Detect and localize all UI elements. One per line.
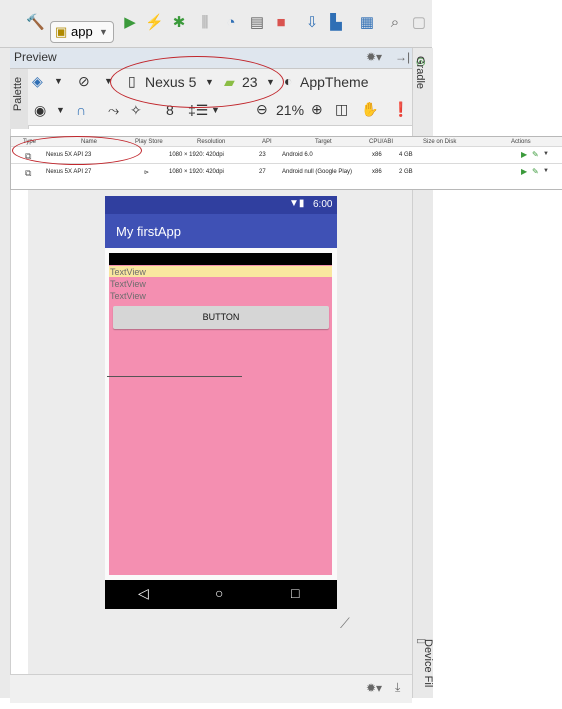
- gear-icon[interactable]: ✹▾: [366, 50, 382, 64]
- apply-changes-icon[interactable]: ⚡: [145, 14, 164, 32]
- overflow-icon[interactable]: ▢: [410, 14, 428, 32]
- zoom-fit-icon[interactable]: ◫: [335, 101, 348, 118]
- app-title: My firstApp: [116, 224, 182, 239]
- zoom-in-icon[interactable]: ⊕: [311, 101, 323, 118]
- orientation-icon[interactable]: ⊘: [78, 73, 90, 90]
- sync-icon[interactable]: ⇩: [303, 14, 321, 32]
- stop-icon[interactable]: ■: [272, 14, 290, 32]
- avd-resolution: 1080 × 1920: 420dpi: [169, 152, 224, 158]
- button[interactable]: BUTTON: [113, 306, 329, 329]
- theme-icon: ◐: [284, 73, 293, 89]
- magnet-icon[interactable]: ∩: [76, 102, 86, 118]
- avd-resolution: 1080 × 1920: 420dpi: [169, 169, 224, 175]
- palette-tab-label: Palette: [12, 76, 24, 112]
- edit-icon[interactable]: ✎: [532, 150, 539, 159]
- avd-target: Android 6.0: [282, 152, 313, 158]
- layout-root[interactable]: TextView TextView TextView BUTTON: [107, 253, 332, 575]
- phone-icon: ⧉: [25, 168, 32, 178]
- col-target: Target: [315, 139, 332, 145]
- search-icon[interactable]: ⌕: [386, 14, 404, 32]
- table-row[interactable]: ⧉ Nexus 5X API 27 ⊳ 1080 × 1920: 420dpi …: [11, 163, 562, 181]
- annotation-ellipse: [12, 136, 142, 165]
- infer-constraints-icon[interactable]: ✧: [130, 102, 142, 119]
- hide-panel-icon[interactable]: →|: [395, 50, 410, 64]
- avd-api: 23: [259, 152, 266, 158]
- textview[interactable]: TextView: [110, 267, 146, 277]
- gradle-tab[interactable]: Gradle: [414, 56, 426, 116]
- project-structure-icon[interactable]: ▦: [358, 14, 376, 32]
- launch-icon[interactable]: ▶: [521, 167, 527, 176]
- avd-api: 27: [259, 169, 266, 175]
- layers-icon[interactable]: ◈: [32, 73, 43, 90]
- annotation-ellipse: [110, 56, 284, 108]
- back-icon[interactable]: ◁: [138, 585, 149, 602]
- run-icon[interactable]: ▶: [121, 14, 139, 32]
- chevron-down-icon: ▼: [99, 27, 108, 37]
- attach-debugger-icon[interactable]: ⫼: [196, 14, 214, 32]
- top-bar-view[interactable]: [109, 253, 332, 265]
- avd-size: 4 GB: [399, 152, 413, 158]
- bottom-toolbar: ✹▾ ⤓: [10, 674, 412, 703]
- hammer-icon[interactable]: 🔨: [26, 14, 45, 32]
- status-bar: ▼▮ 6:00: [105, 196, 337, 214]
- chevron-down-icon[interactable]: ▼: [543, 168, 549, 174]
- avd-cpu: x86: [372, 169, 382, 175]
- panel-title: Preview: [14, 50, 57, 64]
- col-resolution: Resolution: [197, 139, 226, 145]
- navigation-bar: ◁ ○ □: [105, 580, 337, 609]
- avd-name: Nexus 5X API 27: [46, 169, 92, 175]
- clear-constraints-icon[interactable]: ⤳: [108, 102, 119, 119]
- chevron-down-icon[interactable]: ▼: [543, 151, 549, 157]
- device-file-explorer-tab[interactable]: Device Fil: [422, 639, 434, 709]
- chevron-down-icon: ▼: [54, 76, 63, 86]
- zoom-out-icon[interactable]: ⊖: [256, 101, 268, 118]
- avd-cpu: x86: [372, 152, 382, 158]
- launch-icon[interactable]: ▶: [521, 150, 527, 159]
- pan-hand-icon[interactable]: ✋: [361, 101, 378, 118]
- main-toolbar: 🔨 ▣ app ▼ ▶ ⚡ ✱ ⫼ ◔ ▤ ■ ⇩ ▙ ▦ ⌕ ▢: [0, 0, 432, 48]
- wifi-battery-icon: ▼▮: [289, 198, 305, 209]
- chevron-down-icon: ▼: [56, 105, 65, 115]
- gear-icon[interactable]: ✹▾: [366, 681, 382, 695]
- status-time: 6:00: [313, 199, 333, 210]
- android-module-icon: ▣: [55, 24, 68, 39]
- guideline[interactable]: [107, 376, 242, 377]
- run-config-dropdown[interactable]: ▣ app ▼: [50, 21, 114, 43]
- coverage-icon[interactable]: ▤: [248, 14, 266, 32]
- run-config-label: app: [71, 24, 93, 39]
- avd-target: Android null (Google Play): [282, 169, 353, 175]
- avd-manager-icon[interactable]: ▙: [327, 14, 345, 32]
- warning-icon[interactable]: ❗: [392, 101, 409, 118]
- download-icon[interactable]: ⤓: [395, 680, 400, 695]
- home-icon[interactable]: ○: [215, 585, 223, 601]
- col-api: API: [262, 139, 272, 145]
- col-size: Size on Disk: [423, 139, 457, 145]
- zoom-level: 21%: [276, 102, 305, 118]
- profile-icon[interactable]: ◔: [222, 14, 240, 32]
- textview[interactable]: TextView: [110, 291, 146, 301]
- eye-icon[interactable]: ◉: [34, 102, 46, 119]
- theme-selector[interactable]: AppTheme: [300, 74, 368, 90]
- edit-icon[interactable]: ✎: [532, 167, 539, 176]
- play-store-icon: ⊳: [144, 170, 150, 176]
- avd-size: 2 GB: [399, 169, 413, 175]
- recents-icon[interactable]: □: [291, 585, 299, 601]
- app-bar: My firstApp: [105, 214, 337, 248]
- col-actions: Actions: [511, 139, 531, 145]
- textview[interactable]: TextView: [110, 279, 146, 289]
- col-cpu: CPU/ABI: [369, 139, 394, 145]
- col-play-store: Play Store: [135, 139, 163, 145]
- debug-icon[interactable]: ✱: [170, 14, 188, 32]
- resize-handle-icon[interactable]: ⟋: [340, 615, 350, 632]
